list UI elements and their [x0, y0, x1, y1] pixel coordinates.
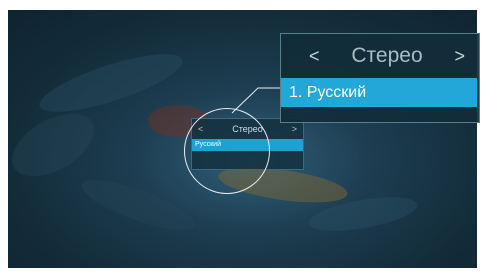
- chevron-right-icon[interactable]: >: [454, 46, 465, 67]
- zoomed-menu-header: < Стерео >: [281, 34, 479, 78]
- zoomed-menu-title: Стерео: [351, 44, 423, 67]
- zoomed-menu-selected-item[interactable]: 1. Русский: [281, 78, 477, 107]
- screenshot-frame: < Стерео > Русский < Стерео > 1. Русский: [0, 0, 485, 278]
- chevron-left-icon[interactable]: <: [309, 46, 320, 67]
- zoomed-menu-bottom-strip: [281, 107, 477, 121]
- audio-track-menu-zoomed: < Стерео > 1. Русский: [280, 33, 480, 123]
